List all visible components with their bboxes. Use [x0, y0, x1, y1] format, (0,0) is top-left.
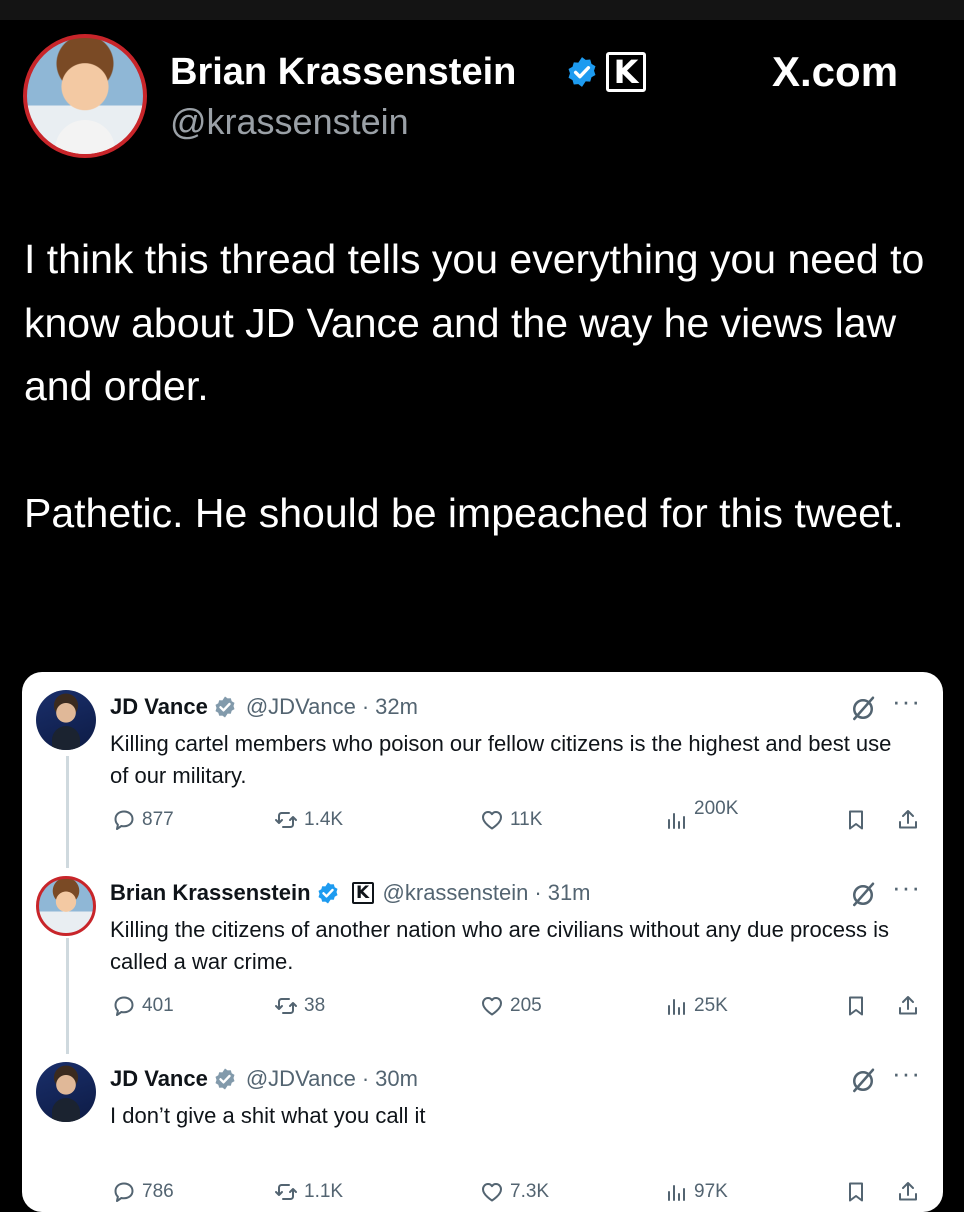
tweet-actions: 401 38 205 25K [22, 994, 943, 1026]
k-badge-icon: K [606, 52, 646, 92]
grok-icon[interactable] [848, 880, 878, 910]
bookmark-icon [849, 810, 863, 830]
bookmark-button[interactable] [844, 1180, 874, 1204]
x-com-watermark: X.com [772, 48, 899, 95]
share-icon [899, 810, 917, 829]
share-button[interactable] [896, 808, 926, 832]
reply-count: 401 [142, 995, 174, 1016]
reply-icon [114, 996, 134, 1016]
tweet-text: I don’t give a shit what you call it [110, 1103, 426, 1128]
share-button[interactable] [896, 994, 926, 1018]
post-paragraph: Pathetic. He should be impeached for thi… [24, 490, 904, 536]
tweet-author-name[interactable]: JD Vance [110, 694, 208, 720]
reply-button[interactable]: 877 [112, 808, 174, 832]
repost-icon [275, 1184, 297, 1200]
separator: · [361, 1066, 370, 1091]
share-icon [899, 996, 917, 1015]
separator: · [534, 880, 542, 905]
more-options-button[interactable]: ··· [892, 1058, 921, 1089]
grok-icon[interactable] [848, 694, 878, 724]
avatar[interactable] [36, 876, 96, 936]
views-button[interactable]: 200K [664, 800, 738, 832]
repost-count: 1.4K [304, 809, 344, 830]
tweet-header: JD Vance @JDVance · 30m [110, 1064, 418, 1094]
heart-icon [482, 1183, 502, 1202]
repost-button[interactable]: 1.4K [274, 808, 343, 832]
views-button[interactable]: 25K [664, 994, 728, 1018]
view-count: 200K [694, 800, 739, 819]
verified-badge-icon [568, 57, 596, 87]
view-count: 25K [694, 995, 728, 1016]
author-name[interactable]: Brian Krassenstein [170, 50, 516, 94]
bookmark-button[interactable] [844, 994, 874, 1018]
status-bar [0, 0, 964, 20]
reply-icon [114, 1182, 134, 1202]
reply-button[interactable]: 401 [112, 994, 174, 1018]
avatar[interactable] [23, 34, 147, 158]
tweet[interactable]: JD Vance @JDVance · 30m ··· I don’t give… [22, 1044, 943, 1212]
post-body: I think this thread tells you everything… [24, 228, 944, 546]
like-button[interactable]: 11K [480, 808, 542, 832]
heart-icon [482, 997, 502, 1016]
tweet-author-handle[interactable]: @krassenstein [383, 880, 529, 906]
bookmark-icon [849, 996, 863, 1016]
repost-icon [275, 812, 297, 828]
tweet-text: Killing the citizens of another nation w… [110, 917, 889, 974]
analytics-icon [668, 1185, 685, 1201]
separator: · [361, 694, 370, 719]
like-button[interactable]: 7.3K [480, 1180, 549, 1204]
tweet-actions: 786 1.1K 7.3K 97K [22, 1180, 943, 1212]
analytics-icon [668, 999, 685, 1015]
post-paragraph: I think this thread tells you everything… [24, 236, 925, 409]
k-badge-icon: K [351, 882, 374, 904]
like-button[interactable]: 205 [480, 994, 542, 1018]
author-handle[interactable]: @krassenstein [170, 101, 409, 143]
tweet-actions: 877 1.4K 11K 200K [22, 800, 943, 840]
more-options-button[interactable]: ··· [892, 872, 921, 903]
repost-count: 38 [304, 995, 326, 1016]
tweet[interactable]: Brian Krassenstein K @krassenstein · 31m… [22, 858, 943, 1038]
avatar[interactable] [36, 690, 96, 750]
tweet-text: Killing cartel members who poison our fe… [110, 731, 892, 788]
tweet-timestamp[interactable]: 31m [548, 880, 591, 906]
grok-icon[interactable] [848, 1066, 878, 1096]
bookmark-icon [849, 1182, 863, 1202]
verified-badge-icon [318, 882, 338, 904]
views-button[interactable]: 97K [664, 1180, 728, 1204]
reply-button[interactable]: 786 [112, 1180, 174, 1204]
like-count: 11K [510, 809, 543, 830]
reply-icon [114, 810, 134, 830]
tweet-header: Brian Krassenstein K @krassenstein · 31m [110, 878, 591, 908]
like-count: 205 [510, 995, 542, 1016]
share-icon [899, 1182, 917, 1201]
tweet-author-handle[interactable]: @JDVance [246, 1066, 356, 1092]
bookmark-button[interactable] [844, 808, 874, 832]
repost-button[interactable]: 1.1K [274, 1180, 343, 1204]
analytics-icon [668, 813, 685, 829]
post-paragraph-spacer [24, 419, 944, 483]
verified-badge-icon [215, 1068, 235, 1090]
quoted-thread-screenshot: JD Vance @JDVance · 32m ··· Killing cart… [22, 672, 943, 1212]
verified-badge-icon [215, 696, 235, 718]
tweet-author-name[interactable]: Brian Krassenstein [110, 880, 311, 906]
reply-count: 877 [142, 809, 174, 830]
repost-button[interactable]: 38 [274, 994, 325, 1018]
more-options-button[interactable]: ··· [892, 686, 921, 717]
tweet-author-name[interactable]: JD Vance [110, 1066, 208, 1092]
avatar[interactable] [36, 1062, 96, 1122]
tweet-timestamp[interactable]: 32m [375, 694, 418, 720]
share-button[interactable] [896, 1180, 926, 1204]
tweet-timestamp[interactable]: 30m [375, 1066, 418, 1092]
tweet-header: JD Vance @JDVance · 32m [110, 692, 418, 722]
heart-icon [482, 811, 502, 830]
tweet-author-handle[interactable]: @JDVance [246, 694, 356, 720]
tweet[interactable]: JD Vance @JDVance · 32m ··· Killing cart… [22, 672, 943, 852]
repost-icon [275, 998, 297, 1014]
